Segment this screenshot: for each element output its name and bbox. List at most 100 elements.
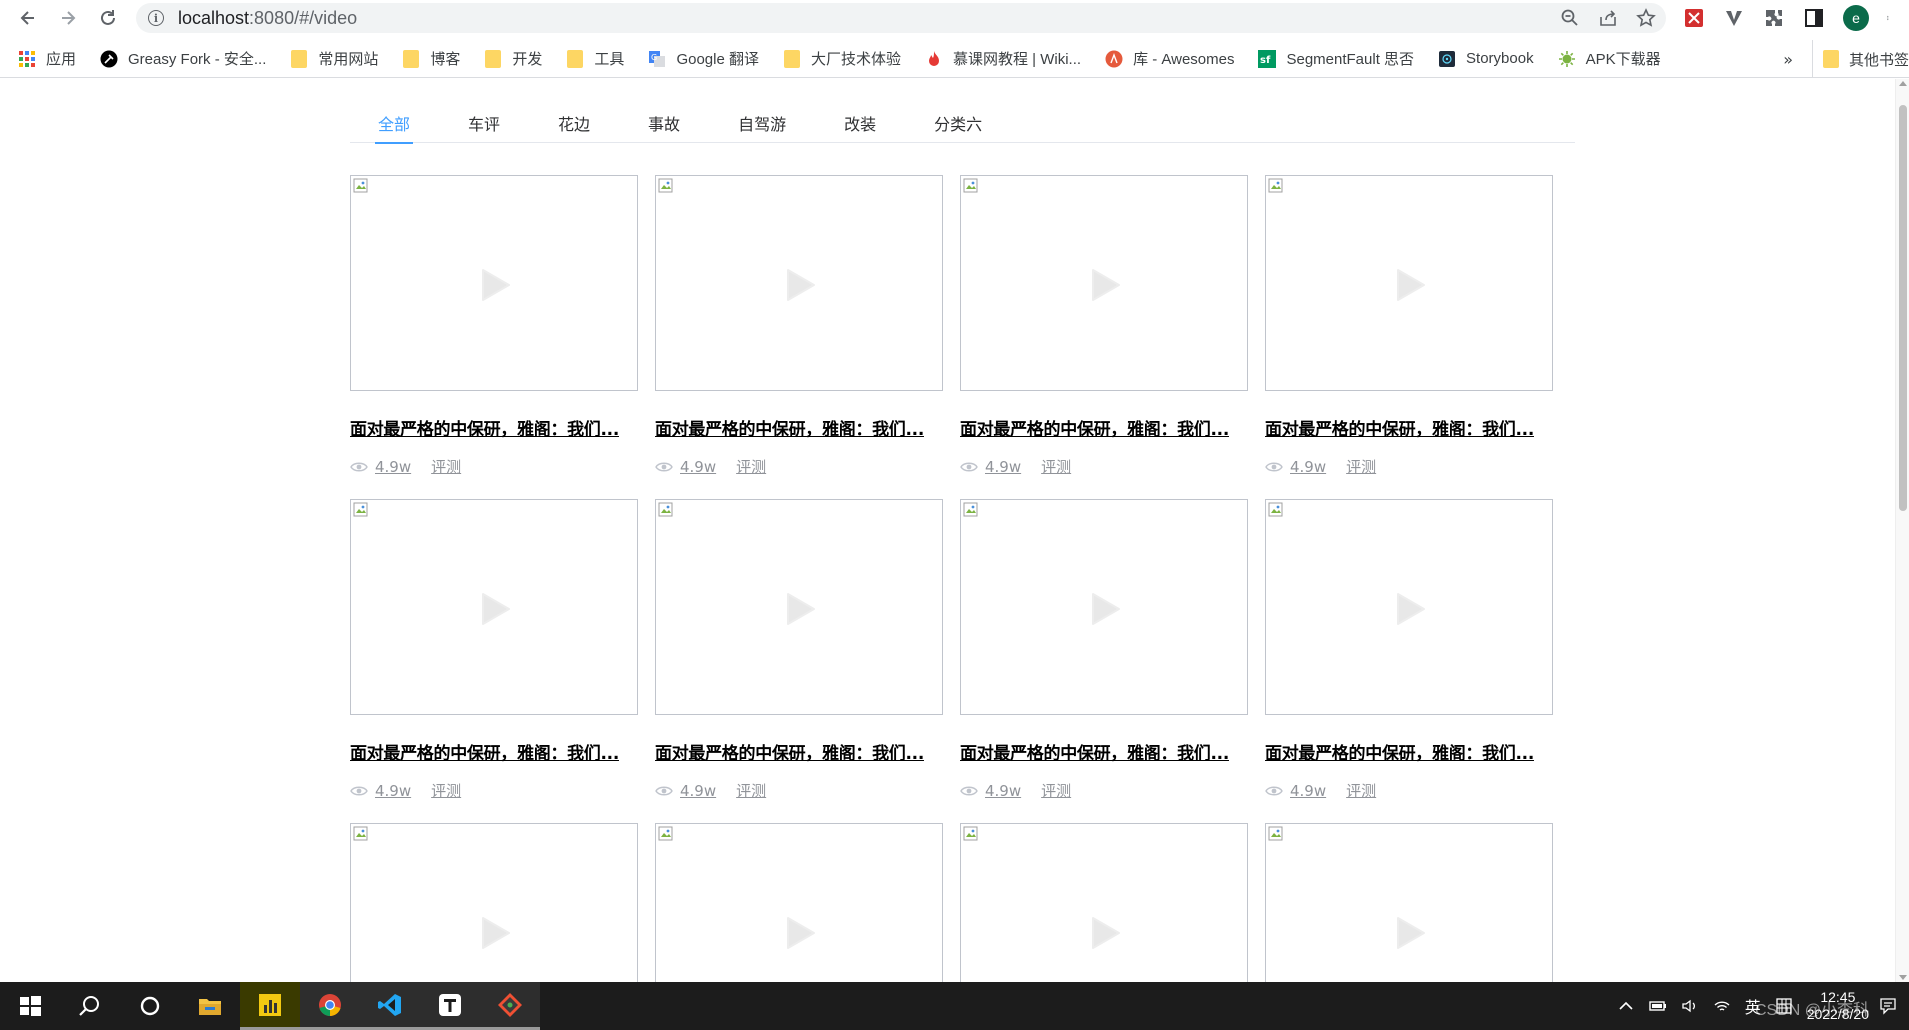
reload-button[interactable] — [88, 0, 128, 36]
back-button[interactable] — [8, 0, 48, 36]
scroll-down-arrow[interactable] — [1899, 975, 1907, 980]
video-tag[interactable]: 评测 — [1346, 456, 1376, 477]
tab-0[interactable]: 全部 — [375, 103, 414, 144]
zoom-icon[interactable] — [1560, 8, 1580, 28]
play-icon[interactable] — [1091, 592, 1121, 626]
taskbar-clock[interactable]: 12:45 2022/8/20 — [1807, 989, 1869, 1023]
video-title[interactable]: 面对最严格的中保研，雅阁：我们... — [655, 739, 943, 764]
view-count[interactable]: 4.9w — [375, 458, 411, 476]
profile-avatar[interactable]: e — [1843, 5, 1869, 31]
video-tag[interactable]: 评测 — [1346, 780, 1376, 801]
bookmark-item[interactable]: sf SegmentFault 思否 — [1258, 48, 1414, 69]
bookmark-item[interactable]: 应用 — [18, 48, 76, 69]
video-card[interactable]: 面对最严格的中保研，雅阁：我们... 4.9w 评测 — [655, 499, 943, 801]
battery-button[interactable] — [1648, 997, 1667, 1015]
video-card[interactable] — [1265, 823, 1553, 982]
cortana-button[interactable] — [120, 982, 180, 1030]
vscode-button[interactable] — [360, 982, 420, 1030]
video-tag[interactable]: 评测 — [1041, 780, 1071, 801]
extension-v-icon[interactable] — [1723, 7, 1745, 29]
bookmark-item[interactable]: 慕课网教程 | Wiki... — [925, 48, 1081, 69]
typora-button[interactable] — [420, 982, 480, 1030]
bookmark-item[interactable]: 开发 — [484, 48, 542, 69]
ime-mode-button[interactable] — [1775, 997, 1793, 1015]
video-card[interactable] — [960, 823, 1248, 982]
video-thumbnail[interactable] — [1265, 823, 1553, 982]
bookmark-item[interactable]: Storybook — [1438, 50, 1534, 68]
video-thumbnail[interactable] — [350, 823, 638, 982]
video-card[interactable] — [655, 823, 943, 982]
video-thumbnail[interactable] — [350, 499, 638, 715]
more-menu-icon[interactable] — [1887, 7, 1893, 29]
tab-3[interactable]: 事故 — [645, 103, 683, 143]
view-count[interactable]: 4.9w — [680, 458, 716, 476]
side-panel-icon[interactable] — [1803, 7, 1825, 29]
view-count[interactable]: 4.9w — [1290, 782, 1326, 800]
bookmark-item[interactable]: G Google 翻译 — [648, 48, 759, 69]
file-explorer-button[interactable] — [180, 982, 240, 1030]
start-button[interactable] — [0, 982, 60, 1030]
video-title[interactable]: 面对最严格的中保研，雅阁：我们... — [350, 415, 638, 440]
video-tag[interactable]: 评测 — [431, 456, 461, 477]
bookmark-item[interactable]: APK下载器 — [1558, 48, 1661, 69]
tab-1[interactable]: 车评 — [465, 103, 503, 143]
play-icon[interactable] — [1091, 916, 1121, 950]
tab-2[interactable]: 花边 — [555, 103, 593, 143]
play-icon[interactable] — [481, 592, 511, 626]
other-bookmarks[interactable]: 其他书签 — [1811, 40, 1909, 78]
bookmark-item[interactable]: 博客 — [402, 48, 460, 69]
volume-button[interactable] — [1681, 997, 1699, 1015]
video-thumbnail[interactable] — [960, 175, 1248, 391]
video-card[interactable]: 面对最严格的中保研，雅阁：我们... 4.9w 评测 — [350, 175, 638, 477]
address-bar[interactable]: i localhost:8080/#/video — [136, 3, 1666, 33]
site-info-icon[interactable]: i — [148, 10, 164, 26]
view-count[interactable]: 4.9w — [680, 782, 716, 800]
play-icon[interactable] — [1396, 592, 1426, 626]
video-thumbnail[interactable] — [1265, 175, 1553, 391]
forward-button[interactable] — [48, 0, 88, 36]
chrome-button[interactable] — [300, 982, 360, 1030]
view-count[interactable]: 4.9w — [985, 782, 1021, 800]
video-card[interactable]: 面对最严格的中保研，雅阁：我们... 4.9w 评测 — [655, 175, 943, 477]
video-thumbnail[interactable] — [655, 823, 943, 982]
bookmark-star-icon[interactable] — [1636, 8, 1656, 28]
play-icon[interactable] — [481, 268, 511, 302]
video-card[interactable]: 面对最严格的中保研，雅阁：我们... 4.9w 评测 — [960, 175, 1248, 477]
video-tag[interactable]: 评测 — [736, 456, 766, 477]
video-thumbnail[interactable] — [1265, 499, 1553, 715]
play-icon[interactable] — [481, 916, 511, 950]
video-card[interactable]: 面对最严格的中保研，雅阁：我们... 4.9w 评测 — [350, 499, 638, 801]
video-tag[interactable]: 评测 — [1041, 456, 1071, 477]
page-scrollbar[interactable] — [1895, 79, 1909, 982]
bookmarks-overflow-button[interactable]: » — [1783, 40, 1793, 78]
play-icon[interactable] — [1396, 268, 1426, 302]
taskbar-search-button[interactable] — [60, 982, 120, 1030]
play-icon[interactable] — [786, 592, 816, 626]
video-card[interactable]: 面对最严格的中保研，雅阁：我们... 4.9w 评测 — [1265, 499, 1553, 801]
video-tag[interactable]: 评测 — [736, 780, 766, 801]
bookmark-item[interactable]: 工具 — [566, 48, 624, 69]
play-icon[interactable] — [1091, 268, 1121, 302]
bookmark-item[interactable]: 大厂技术体验 — [783, 48, 901, 69]
video-title[interactable]: 面对最严格的中保研，雅阁：我们... — [1265, 415, 1553, 440]
video-thumbnail[interactable] — [960, 499, 1248, 715]
video-card[interactable] — [350, 823, 638, 982]
video-title[interactable]: 面对最严格的中保研，雅阁：我们... — [960, 739, 1248, 764]
puzzle-icon[interactable] — [1763, 7, 1785, 29]
video-title[interactable]: 面对最严格的中保研，雅阁：我们... — [1265, 739, 1553, 764]
tray-expand-button[interactable] — [1617, 997, 1635, 1015]
video-card[interactable]: 面对最严格的中保研，雅阁：我们... 4.9w 评测 — [960, 499, 1248, 801]
tab-4[interactable]: 自驾游 — [735, 103, 789, 143]
play-icon[interactable] — [1396, 916, 1426, 950]
view-count[interactable]: 4.9w — [1290, 458, 1326, 476]
bookmark-item[interactable]: 库 - Awesomes — [1105, 48, 1234, 69]
video-tag[interactable]: 评测 — [431, 780, 461, 801]
video-thumbnail[interactable] — [655, 499, 943, 715]
tab-5[interactable]: 改装 — [841, 103, 879, 143]
video-title[interactable]: 面对最严格的中保研，雅阁：我们... — [350, 739, 638, 764]
git-gui-button[interactable] — [480, 982, 540, 1030]
extension-red-icon[interactable] — [1683, 7, 1705, 29]
tab-6[interactable]: 分类六 — [931, 103, 985, 143]
ime-language[interactable]: 英 — [1745, 994, 1761, 1018]
video-thumbnail[interactable] — [960, 823, 1248, 982]
